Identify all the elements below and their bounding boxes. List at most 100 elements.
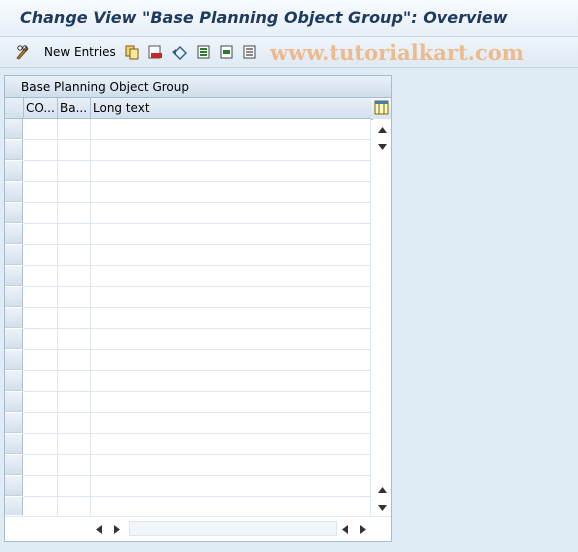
cell-ba[interactable] xyxy=(58,434,91,455)
cell-long-text[interactable] xyxy=(91,224,371,245)
cell-ba[interactable] xyxy=(58,413,91,434)
cell-ba[interactable] xyxy=(58,455,91,476)
scroll-right-icon[interactable] xyxy=(357,523,369,535)
new-entries-button[interactable]: New Entries xyxy=(44,43,116,61)
cell-long-text[interactable] xyxy=(91,371,371,392)
column-header-co[interactable]: CO... xyxy=(24,98,58,119)
cell-long-text[interactable] xyxy=(91,203,371,224)
cell-long-text[interactable] xyxy=(91,245,371,266)
cell-ba[interactable] xyxy=(58,371,91,392)
cell-long-text[interactable] xyxy=(91,350,371,371)
cell-ba[interactable] xyxy=(58,203,91,224)
cell-long-text[interactable] xyxy=(91,329,371,350)
cell-co[interactable] xyxy=(24,434,58,455)
cell-ba[interactable] xyxy=(58,287,91,308)
row-selector[interactable] xyxy=(5,455,23,475)
row-selector[interactable] xyxy=(5,350,23,370)
select-all-icon[interactable] xyxy=(196,43,212,61)
cell-long-text[interactable] xyxy=(91,434,371,455)
cell-ba[interactable] xyxy=(58,329,91,350)
cell-co[interactable] xyxy=(24,329,58,350)
cell-long-text[interactable] xyxy=(91,140,371,161)
cell-co[interactable] xyxy=(24,140,58,161)
cell-long-text[interactable] xyxy=(91,287,371,308)
scroll-right-icon[interactable] xyxy=(111,523,123,535)
cell-ba[interactable] xyxy=(58,266,91,287)
cell-long-text[interactable] xyxy=(91,266,371,287)
cell-long-text[interactable] xyxy=(91,455,371,476)
cell-ba[interactable] xyxy=(58,350,91,371)
cell-co[interactable] xyxy=(24,308,58,329)
cell-co[interactable] xyxy=(24,203,58,224)
cell-ba[interactable] xyxy=(58,119,91,140)
row-selector[interactable] xyxy=(5,119,23,139)
cell-ba[interactable] xyxy=(58,497,91,515)
cell-co[interactable] xyxy=(24,182,58,203)
cell-ba[interactable] xyxy=(58,392,91,413)
row-selector[interactable] xyxy=(5,287,23,307)
cell-co[interactable] xyxy=(24,350,58,371)
cell-ba[interactable] xyxy=(58,182,91,203)
cell-co[interactable] xyxy=(24,371,58,392)
delete-icon[interactable] xyxy=(147,43,163,61)
cell-ba[interactable] xyxy=(58,476,91,497)
display-change-icon[interactable] xyxy=(14,43,32,61)
cell-co[interactable] xyxy=(24,287,58,308)
cell-co[interactable] xyxy=(24,245,58,266)
row-selector[interactable] xyxy=(5,329,23,349)
cell-long-text[interactable] xyxy=(91,308,371,329)
row-selector[interactable] xyxy=(5,140,23,160)
cell-co[interactable] xyxy=(24,119,58,140)
cell-co[interactable] xyxy=(24,392,58,413)
horizontal-scrollbar[interactable] xyxy=(5,516,391,541)
horizontal-scroll-track[interactable] xyxy=(129,521,337,536)
vertical-scrollbar[interactable] xyxy=(373,119,391,515)
cell-long-text[interactable] xyxy=(91,182,371,203)
row-selector[interactable] xyxy=(5,392,23,412)
copy-icon[interactable] xyxy=(124,43,140,61)
row-selector[interactable] xyxy=(5,497,23,515)
row-selector[interactable] xyxy=(5,203,23,223)
select-block-icon[interactable] xyxy=(219,43,235,61)
row-selector[interactable] xyxy=(5,224,23,244)
cell-ba[interactable] xyxy=(58,308,91,329)
cell-long-text[interactable] xyxy=(91,476,371,497)
row-selector[interactable] xyxy=(5,476,23,496)
scroll-left-icon[interactable] xyxy=(93,523,105,535)
cell-co[interactable] xyxy=(24,455,58,476)
table-settings-button[interactable] xyxy=(371,98,391,120)
cell-long-text[interactable] xyxy=(91,119,371,140)
scroll-up-button[interactable] xyxy=(373,121,391,137)
cell-co[interactable] xyxy=(24,224,58,245)
scroll-down-button[interactable] xyxy=(373,138,391,154)
scroll-left-icon[interactable] xyxy=(339,523,351,535)
cell-co[interactable] xyxy=(24,161,58,182)
row-selector[interactable] xyxy=(5,266,23,286)
cell-long-text[interactable] xyxy=(91,161,371,182)
scroll-page-up-button[interactable] xyxy=(373,481,391,497)
cell-ba[interactable] xyxy=(58,224,91,245)
cell-ba[interactable] xyxy=(58,140,91,161)
row-selector[interactable] xyxy=(5,371,23,391)
cell-co[interactable] xyxy=(24,497,58,515)
cell-long-text[interactable] xyxy=(91,413,371,434)
cell-long-text[interactable] xyxy=(91,497,371,515)
row-selector[interactable] xyxy=(5,161,23,181)
cell-co[interactable] xyxy=(24,413,58,434)
cell-ba[interactable] xyxy=(58,161,91,182)
cell-long-text[interactable] xyxy=(91,392,371,413)
column-header-long-text[interactable]: Long text xyxy=(91,98,371,119)
undo-icon[interactable] xyxy=(171,43,189,61)
row-selector[interactable] xyxy=(5,308,23,328)
row-selector[interactable] xyxy=(5,245,23,265)
column-header-ba[interactable]: Ba... xyxy=(58,98,91,119)
cell-co[interactable] xyxy=(24,476,58,497)
row-selector[interactable] xyxy=(5,182,23,202)
select-all-rows-button[interactable] xyxy=(5,98,24,119)
row-selector[interactable] xyxy=(5,413,23,433)
cell-ba[interactable] xyxy=(58,245,91,266)
scroll-page-down-button[interactable] xyxy=(373,499,391,515)
cell-co[interactable] xyxy=(24,266,58,287)
deselect-all-icon[interactable] xyxy=(242,43,258,61)
row-selector[interactable] xyxy=(5,434,23,454)
